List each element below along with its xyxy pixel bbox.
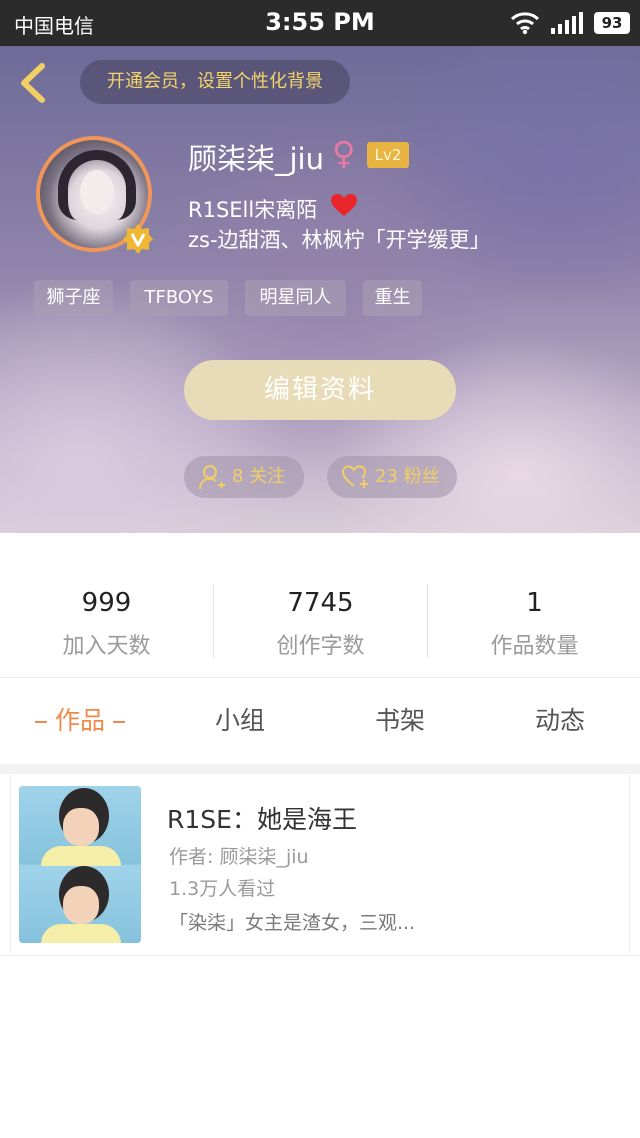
followers-button[interactable]: 23 粉丝: [327, 456, 457, 498]
cover-face: [63, 808, 99, 846]
wifi-icon: [510, 12, 540, 35]
tab-works[interactable]: 作品: [0, 678, 160, 764]
stat-label: 作品数量: [490, 634, 579, 659]
tag-chip[interactable]: 重生: [363, 280, 422, 316]
username: 顾柒柒_jiu: [188, 142, 324, 176]
bio-line-2: zs-边甜酒、林枫柠「开学缓更」: [188, 228, 491, 252]
cover-shirt: [41, 846, 121, 866]
stat-label: 加入天数: [62, 634, 151, 659]
work-title[interactable]: R1SE：她是海王: [167, 800, 357, 836]
work-card[interactable]: R1SE：她是海王 作者: 顾柒柒_jiu 1.3万人看过 「染柒」女主是渣女，…: [10, 774, 630, 956]
tab-indicator: [113, 721, 125, 723]
back-icon[interactable]: [14, 60, 52, 106]
stat-word-count[interactable]: 7745 创作字数: [214, 560, 427, 660]
stat-label: 创作字数: [276, 634, 365, 659]
avatar-face: [80, 170, 114, 214]
tab-label: 小组: [214, 706, 265, 735]
tab-indicator: [34, 721, 47, 723]
tab-label: 作品: [54, 706, 105, 735]
edit-profile-button[interactable]: 编辑资料: [184, 360, 456, 420]
stat-works-count[interactable]: 1 作品数量: [428, 560, 640, 660]
profile-header: 开通会员，设置个性化背景 顾柒柒_jiu ♀ Lv2 R1SEll宋离陌 zs-…: [0, 46, 640, 533]
clock: 3:55 PM: [265, 8, 375, 36]
profile-stats: 999 加入天数 7745 创作字数 1 作品数量: [0, 560, 640, 678]
stat-value: 7745: [287, 588, 354, 618]
profile-tabs: 作品 小组 书架 动态: [0, 678, 640, 764]
work-description: 「染柒」女主是渣女，三观...: [169, 912, 416, 934]
work-cover-image[interactable]: [19, 786, 141, 943]
stat-days-joined[interactable]: 999 加入天数: [0, 560, 213, 660]
followers-count: 23 粉丝: [375, 466, 440, 487]
stat-value: 999: [81, 588, 132, 618]
stat-value: 1: [526, 588, 543, 618]
work-author: 作者: 顾柒柒_jiu: [169, 846, 309, 868]
tab-label: 动态: [534, 706, 585, 735]
tag-chip[interactable]: 明星同人: [245, 280, 346, 316]
verified-badge-icon: [123, 224, 153, 254]
battery-indicator: 93: [594, 12, 630, 34]
tab-groups[interactable]: 小组: [160, 678, 320, 764]
vip-background-button[interactable]: 开通会员，设置个性化背景: [80, 60, 350, 104]
tab-activity[interactable]: 动态: [480, 678, 640, 764]
heart-outline-icon: [341, 465, 368, 488]
status-bar: 中国电信 3:55 PM 93: [0, 0, 640, 46]
cover-face: [63, 886, 99, 924]
profile-page: 中国电信 3:55 PM 93 开通会员，设置个性化背景 顾柒柒_jiu ♀ L…: [0, 0, 640, 1138]
cover-shirt: [41, 924, 121, 943]
add-person-icon: [199, 465, 225, 490]
tab-bookshelf[interactable]: 书架: [320, 678, 480, 764]
tag-chip[interactable]: TFBOYS: [130, 280, 228, 316]
section-gap: [0, 764, 640, 774]
divider: [0, 955, 640, 956]
female-icon: ♀: [332, 134, 356, 172]
following-count: 8 关注: [232, 466, 286, 487]
tab-label: 书架: [374, 706, 425, 735]
following-button[interactable]: 8 关注: [184, 456, 304, 498]
bio-line-1: R1SEll宋离陌: [188, 198, 318, 222]
signal-icon: [551, 12, 583, 34]
red-heart-icon: [331, 194, 357, 216]
level-badge: Lv2: [367, 142, 409, 168]
work-views: 1.3万人看过: [169, 878, 276, 900]
tag-chip[interactable]: 狮子座: [34, 280, 113, 316]
